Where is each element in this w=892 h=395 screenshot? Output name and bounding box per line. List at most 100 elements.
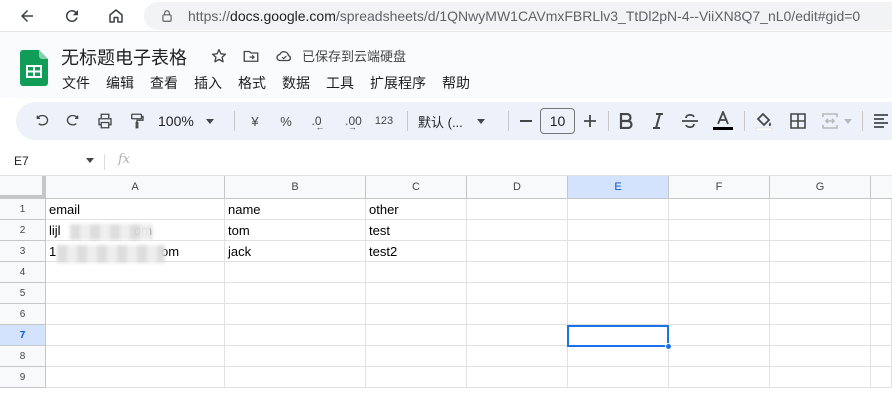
menu-data[interactable]: 数据 [282, 73, 310, 93]
cell-h6[interactable] [871, 304, 892, 325]
cell-e9[interactable] [568, 367, 669, 388]
cell-h2[interactable] [871, 220, 892, 241]
cell-c2[interactable]: test [366, 220, 467, 241]
column-header-c[interactable]: C [366, 176, 467, 199]
row-header-9[interactable]: 9 [0, 367, 46, 388]
cell-a7[interactable] [46, 325, 225, 346]
cell-e1[interactable] [568, 199, 669, 220]
name-box[interactable]: E7 [14, 154, 29, 168]
cell-b3[interactable]: jack [225, 241, 366, 262]
cell-g9[interactable] [770, 367, 871, 388]
strikethrough-button[interactable] [678, 102, 702, 140]
cell-b5[interactable] [225, 283, 366, 304]
cell-d3[interactable] [467, 241, 568, 262]
cell-b8[interactable] [225, 346, 366, 367]
cell-a4[interactable] [46, 262, 225, 283]
cell-b2[interactable]: tom [225, 220, 366, 241]
cell-f5[interactable] [669, 283, 770, 304]
increase-font-size-button[interactable] [580, 102, 600, 140]
borders-button[interactable] [786, 102, 810, 140]
cell-a6[interactable] [46, 304, 225, 325]
cell-e6[interactable] [568, 304, 669, 325]
move-to-folder-icon[interactable] [242, 47, 260, 65]
cell-d9[interactable] [467, 367, 568, 388]
font-size-input[interactable]: 10 [540, 108, 575, 134]
decrease-decimal-button[interactable]: .0 ← [305, 102, 331, 140]
merge-cells-button[interactable] [818, 102, 856, 140]
column-header-e[interactable]: E [568, 176, 669, 199]
cell-e7[interactable] [568, 325, 669, 346]
cell-c8[interactable] [366, 346, 467, 367]
cell-c1[interactable]: other [366, 199, 467, 220]
row-header-3[interactable]: 3 [0, 241, 46, 262]
cell-f3[interactable] [669, 241, 770, 262]
home-button[interactable] [104, 4, 128, 28]
fill-color-button[interactable] [752, 102, 776, 140]
italic-button[interactable] [646, 102, 670, 140]
more-formats-button[interactable]: 123 [371, 102, 397, 140]
cell-e5[interactable] [568, 283, 669, 304]
cell-d2[interactable] [467, 220, 568, 241]
back-button[interactable] [15, 4, 39, 28]
select-all-corner[interactable] [0, 176, 46, 199]
cell-g7[interactable] [770, 325, 871, 346]
cell-b4[interactable] [225, 262, 366, 283]
cell-d1[interactable] [467, 199, 568, 220]
cell-h8[interactable] [871, 346, 892, 367]
percent-format-button[interactable]: % [275, 102, 297, 140]
redo-button[interactable] [61, 102, 85, 140]
menu-help[interactable]: 帮助 [442, 73, 470, 93]
bold-button[interactable] [614, 102, 638, 140]
document-title[interactable]: 无标题电子表格 [61, 44, 187, 70]
column-header-h[interactable] [871, 176, 892, 199]
cell-c7[interactable] [366, 325, 467, 346]
row-header-8[interactable]: 8 [0, 346, 46, 367]
cell-g3[interactable] [770, 241, 871, 262]
cell-d7[interactable] [467, 325, 568, 346]
cell-e2[interactable] [568, 220, 669, 241]
cell-d5[interactable] [467, 283, 568, 304]
cell-h1[interactable] [871, 199, 892, 220]
reload-button[interactable] [60, 4, 84, 28]
cell-f7[interactable] [669, 325, 770, 346]
cell-g1[interactable] [770, 199, 871, 220]
cell-h5[interactable] [871, 283, 892, 304]
text-color-button[interactable] [710, 102, 736, 140]
cell-f4[interactable] [669, 262, 770, 283]
cell-e3[interactable] [568, 241, 669, 262]
cell-f1[interactable] [669, 199, 770, 220]
cell-a8[interactable] [46, 346, 225, 367]
menu-insert[interactable]: 插入 [194, 73, 222, 93]
column-header-f[interactable]: F [669, 176, 770, 199]
cell-a1[interactable]: email [46, 199, 225, 220]
menu-extensions[interactable]: 扩展程序 [370, 73, 426, 93]
cell-a9[interactable] [46, 367, 225, 388]
cell-g4[interactable] [770, 262, 871, 283]
row-header-6[interactable]: 6 [0, 304, 46, 325]
font-select[interactable]: 默认 (... [418, 102, 500, 140]
star-icon[interactable] [210, 47, 228, 65]
cell-a5[interactable] [46, 283, 225, 304]
cell-b1[interactable]: name [225, 199, 366, 220]
row-header-7[interactable]: 7 [0, 325, 46, 346]
menu-edit[interactable]: 编辑 [106, 73, 134, 93]
increase-decimal-button[interactable]: .00 → [337, 102, 365, 140]
cell-b9[interactable] [225, 367, 366, 388]
cell-f9[interactable] [669, 367, 770, 388]
address-bar[interactable]: https://docs.google.com/spreadsheets/d/1… [144, 2, 892, 30]
cell-f8[interactable] [669, 346, 770, 367]
cell-b7[interactable] [225, 325, 366, 346]
cell-f2[interactable] [669, 220, 770, 241]
cell-g5[interactable] [770, 283, 871, 304]
paint-format-button[interactable] [125, 102, 149, 140]
cell-c9[interactable] [366, 367, 467, 388]
menu-format[interactable]: 格式 [238, 73, 266, 93]
column-header-d[interactable]: D [467, 176, 568, 199]
decrease-font-size-button[interactable] [516, 102, 536, 140]
cell-c5[interactable] [366, 283, 467, 304]
cloud-saved-icon[interactable] [274, 47, 294, 65]
currency-format-button[interactable]: ¥ [244, 102, 266, 140]
cell-b6[interactable] [225, 304, 366, 325]
cell-g8[interactable] [770, 346, 871, 367]
cell-e8[interactable] [568, 346, 669, 367]
